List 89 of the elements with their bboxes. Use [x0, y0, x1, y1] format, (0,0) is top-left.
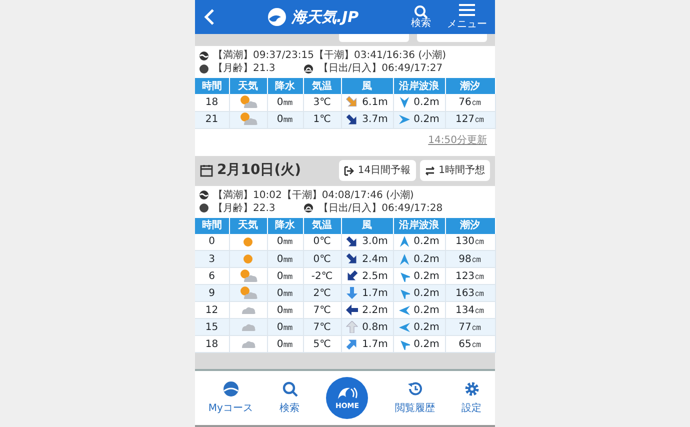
column-header: 時間: [195, 218, 229, 234]
search-button[interactable]: 検索: [411, 5, 431, 29]
wave-height: 0.2m: [414, 270, 440, 284]
nav-button[interactable]: Myコース: [208, 380, 253, 416]
wind-speed: 1.7m: [362, 338, 388, 352]
history-icon: [406, 380, 423, 396]
column-header: 降水: [267, 78, 303, 94]
table-cell: 21: [195, 111, 229, 128]
date-heading: 2月10日(火): [217, 161, 302, 180]
forecast-button[interactable]: 1時間予想: [420, 160, 490, 181]
button-edge: [417, 34, 487, 42]
table-cell: 3: [195, 250, 229, 268]
moon-age: 【月齢】21.3: [213, 62, 276, 75]
back-icon[interactable]: [203, 8, 215, 26]
sunrise-sunset: 【日出/日入】06:49/17:27: [318, 62, 443, 75]
wave-height: 0.2m: [414, 235, 440, 250]
nav-button[interactable]: 閲覧履歴: [394, 380, 435, 416]
search-icon: [282, 380, 298, 396]
table-cell: 76㎝: [445, 94, 495, 111]
button-edge: [339, 34, 409, 42]
wind-speed: 6.1m: [362, 96, 388, 110]
wind-speed: 1.7m: [362, 286, 388, 300]
globe-icon: [222, 380, 239, 396]
table-cell: 0㎜: [267, 250, 303, 268]
column-header: 沿岸波浪: [393, 218, 445, 234]
table-cell: 127㎝: [445, 111, 495, 128]
swap-icon: [424, 166, 435, 176]
search-icon: [414, 5, 428, 19]
wave-height: 0.2m: [414, 338, 440, 352]
exit-icon: [344, 166, 354, 176]
table-cell: 0㎜: [267, 284, 303, 302]
wind-speed: 3.7m: [362, 113, 388, 127]
wind-speed: 3.0m: [362, 235, 388, 250]
wind-speed: 2.2m: [362, 304, 388, 318]
column-header: 潮汐: [445, 78, 495, 94]
menu-button[interactable]: メニュー: [447, 4, 487, 30]
table-cell: 98㎝: [445, 250, 495, 268]
wave-height: 0.2m: [414, 286, 440, 300]
moon-icon: [199, 203, 209, 213]
wave-icon: [336, 384, 358, 401]
column-header: 天気: [229, 218, 267, 234]
column-header: 気温: [303, 218, 341, 234]
column-header: 気温: [303, 78, 341, 94]
table-cell: 77㎝: [445, 318, 495, 336]
tide-icon: [199, 190, 209, 200]
wind-speed: 2.5m: [362, 270, 388, 284]
table-cell: 9: [195, 284, 229, 302]
column-header: 風: [341, 78, 393, 94]
wind-speed: 0.8m: [362, 320, 388, 334]
update-time-link[interactable]: 14:50分更新: [428, 132, 487, 148]
forecast-button[interactable]: 14日間予報: [338, 160, 416, 181]
table-cell: 7℃: [303, 318, 341, 336]
moon-icon: [199, 64, 209, 74]
nav-button[interactable]: 設定: [462, 380, 482, 416]
sunrise-icon: [303, 203, 314, 213]
logo-text: 海天気.JP: [291, 6, 359, 28]
table-cell: 0㎜: [267, 94, 303, 111]
column-header: 潮汐: [445, 218, 495, 234]
column-header: 天気: [229, 78, 267, 94]
table-cell: 0℃: [303, 250, 341, 268]
table-cell: 2℃: [303, 284, 341, 302]
menu-icon: [459, 4, 475, 16]
table-cell: 18: [195, 94, 229, 111]
calendar-icon: [200, 164, 213, 177]
wave-height: 0.2m: [414, 304, 440, 318]
settings-icon: [464, 380, 480, 396]
table-cell: 163㎝: [445, 284, 495, 302]
table-cell: 15: [195, 318, 229, 336]
tide-info: 【満潮】09:37/23:15【干潮】03:41/16:36 (小潮): [213, 49, 446, 62]
column-header: 沿岸波浪: [393, 78, 445, 94]
table-cell: 0㎜: [267, 318, 303, 336]
wind-speed: 2.4m: [362, 252, 388, 266]
tide-info: 【満潮】10:02【干潮】04:08/17:46 (小潮): [213, 188, 414, 202]
sunrise-sunset: 【日出/日入】06:49/17:28: [318, 202, 443, 214]
wave-height: 0.2m: [414, 320, 440, 334]
column-header: 時間: [195, 78, 229, 94]
tide-icon: [199, 50, 209, 60]
column-header: 風: [341, 218, 393, 234]
moon-age: 【月齢】22.3: [213, 202, 276, 214]
wave-height: 0.2m: [414, 252, 440, 266]
wave-height: 0.2m: [414, 113, 440, 127]
sunrise-icon: [303, 64, 314, 74]
table-cell: 0㎜: [267, 111, 303, 128]
table-cell: 1℃: [303, 111, 341, 128]
wave-logo-icon: [267, 7, 288, 27]
wave-height: 0.2m: [414, 96, 440, 110]
nav-button[interactable]: 検索: [280, 380, 300, 416]
table-cell: 3℃: [303, 94, 341, 111]
column-header: 降水: [267, 218, 303, 234]
